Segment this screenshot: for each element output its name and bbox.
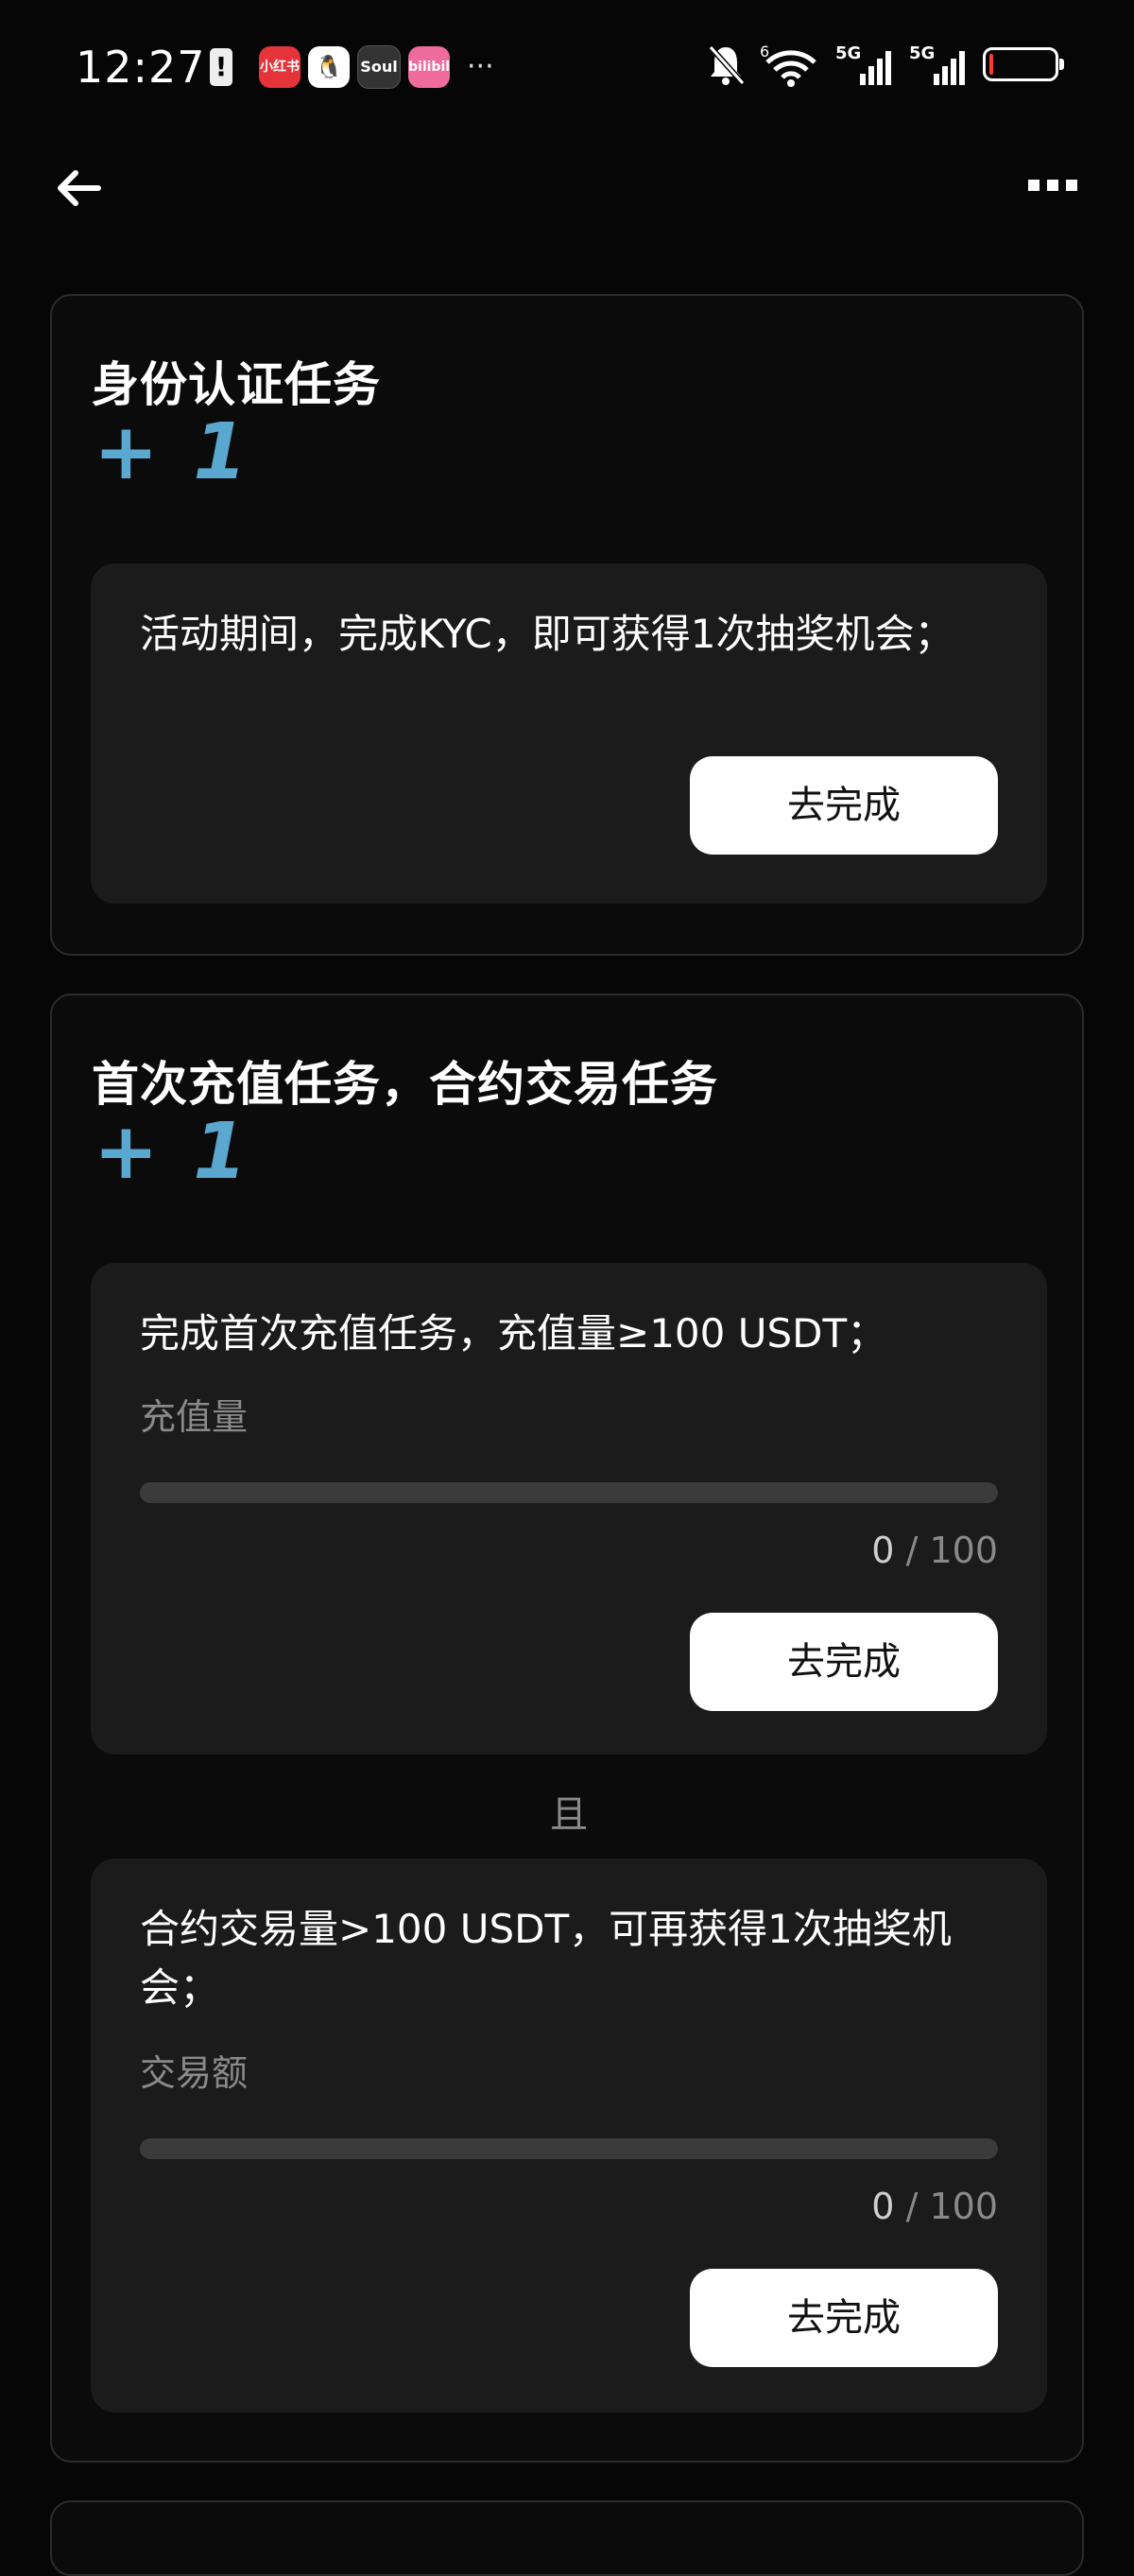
- trade-progress-current: 0: [871, 2186, 895, 2227]
- deposit-progress-text: 0 / 100: [871, 1530, 998, 1571]
- bilibili-app-icon: bilibili: [408, 46, 450, 88]
- svg-text:5G: 5G: [835, 43, 861, 63]
- deposit-progress-bar: [140, 1482, 998, 1503]
- signal-5g-icon-2: 5G: [909, 43, 965, 85]
- kyc-card-title: 身份认证任务: [92, 357, 381, 412]
- contract-task-description: 合约交易量>100 USDT，可再获得1次抽奖机会；: [140, 1906, 952, 2011]
- wifi-6-label: 6: [760, 43, 769, 61]
- next-task-card: [50, 2500, 1084, 2576]
- xiaohongshu-app-icon: 小红书: [259, 46, 301, 88]
- deposit-reward-count: + 1: [94, 1107, 251, 1197]
- deposit-progress-current: 0: [871, 1530, 895, 1571]
- soul-app-icon: Soul: [357, 45, 401, 89]
- kyc-task-description: 活动期间，完成KYC，即可获得1次抽奖机会；: [140, 611, 954, 657]
- mute-bell-icon: [708, 44, 746, 86]
- contract-complete-button[interactable]: 去完成: [690, 2269, 998, 2367]
- deposit-complete-button[interactable]: 去完成: [690, 1613, 998, 1711]
- trade-progress-separator: /: [905, 2186, 919, 2227]
- status-time: 12:27: [76, 42, 206, 93]
- battery-level: [989, 54, 993, 75]
- kyc-task-panel: 活动期间，完成KYC，即可获得1次抽奖机会； 去完成: [91, 563, 1047, 904]
- signal-5g-icon-1: 5G: [835, 43, 891, 85]
- deposit-task-panel: 完成首次充值任务，充值量≥100 USDT； 充值量 0 / 100 去完成: [91, 1263, 1047, 1755]
- svg-text:5G: 5G: [909, 43, 935, 63]
- deposit-card-title: 首次充值任务，合约交易任务: [92, 1057, 718, 1112]
- battery-icon: [983, 47, 1064, 81]
- kyc-task-card: 身份认证任务 + 1 活动期间，完成KYC，即可获得1次抽奖机会； 去完成: [50, 294, 1084, 956]
- more-notifications-icon: ···: [467, 50, 494, 83]
- contract-task-panel: 合约交易量>100 USDT，可再获得1次抽奖机会； 交易额 0 / 100 去…: [91, 1859, 1047, 2412]
- deposit-task-description: 完成首次充值任务，充值量≥100 USDT；: [140, 1310, 887, 1357]
- more-menu-icon[interactable]: [1028, 180, 1077, 191]
- qq-app-icon: 🐧: [308, 46, 350, 88]
- notification-icons: ! 小红书 🐧 Soul bilibili ···: [210, 45, 494, 89]
- kyc-reward-count: + 1: [94, 407, 251, 497]
- kyc-complete-button[interactable]: 去完成: [690, 756, 998, 855]
- trade-progress-bar: [140, 2138, 998, 2159]
- wifi-icon: 6: [760, 43, 816, 87]
- deposit-contract-task-card: 首次充值任务，合约交易任务 + 1 完成首次充值任务，充值量≥100 USDT；…: [50, 994, 1084, 2463]
- back-arrow-icon[interactable]: [53, 163, 104, 214]
- trade-progress-text: 0 / 100: [871, 2186, 998, 2227]
- alert-notification-icon: !: [210, 48, 232, 86]
- and-connector-label: 且: [550, 1793, 588, 1837]
- deposit-progress-separator: /: [905, 1530, 919, 1571]
- trade-progress-total: 100: [929, 2186, 998, 2227]
- deposit-amount-label: 充值量: [140, 1396, 249, 1438]
- status-bar: 12:27 ! 小红书 🐧 Soul bilibili ··· 6 5G 5G: [0, 0, 1134, 142]
- system-icons: 6 5G 5G: [705, 42, 1064, 87]
- deposit-progress-total: 100: [929, 1530, 998, 1571]
- trade-amount-label: 交易额: [140, 2052, 249, 2094]
